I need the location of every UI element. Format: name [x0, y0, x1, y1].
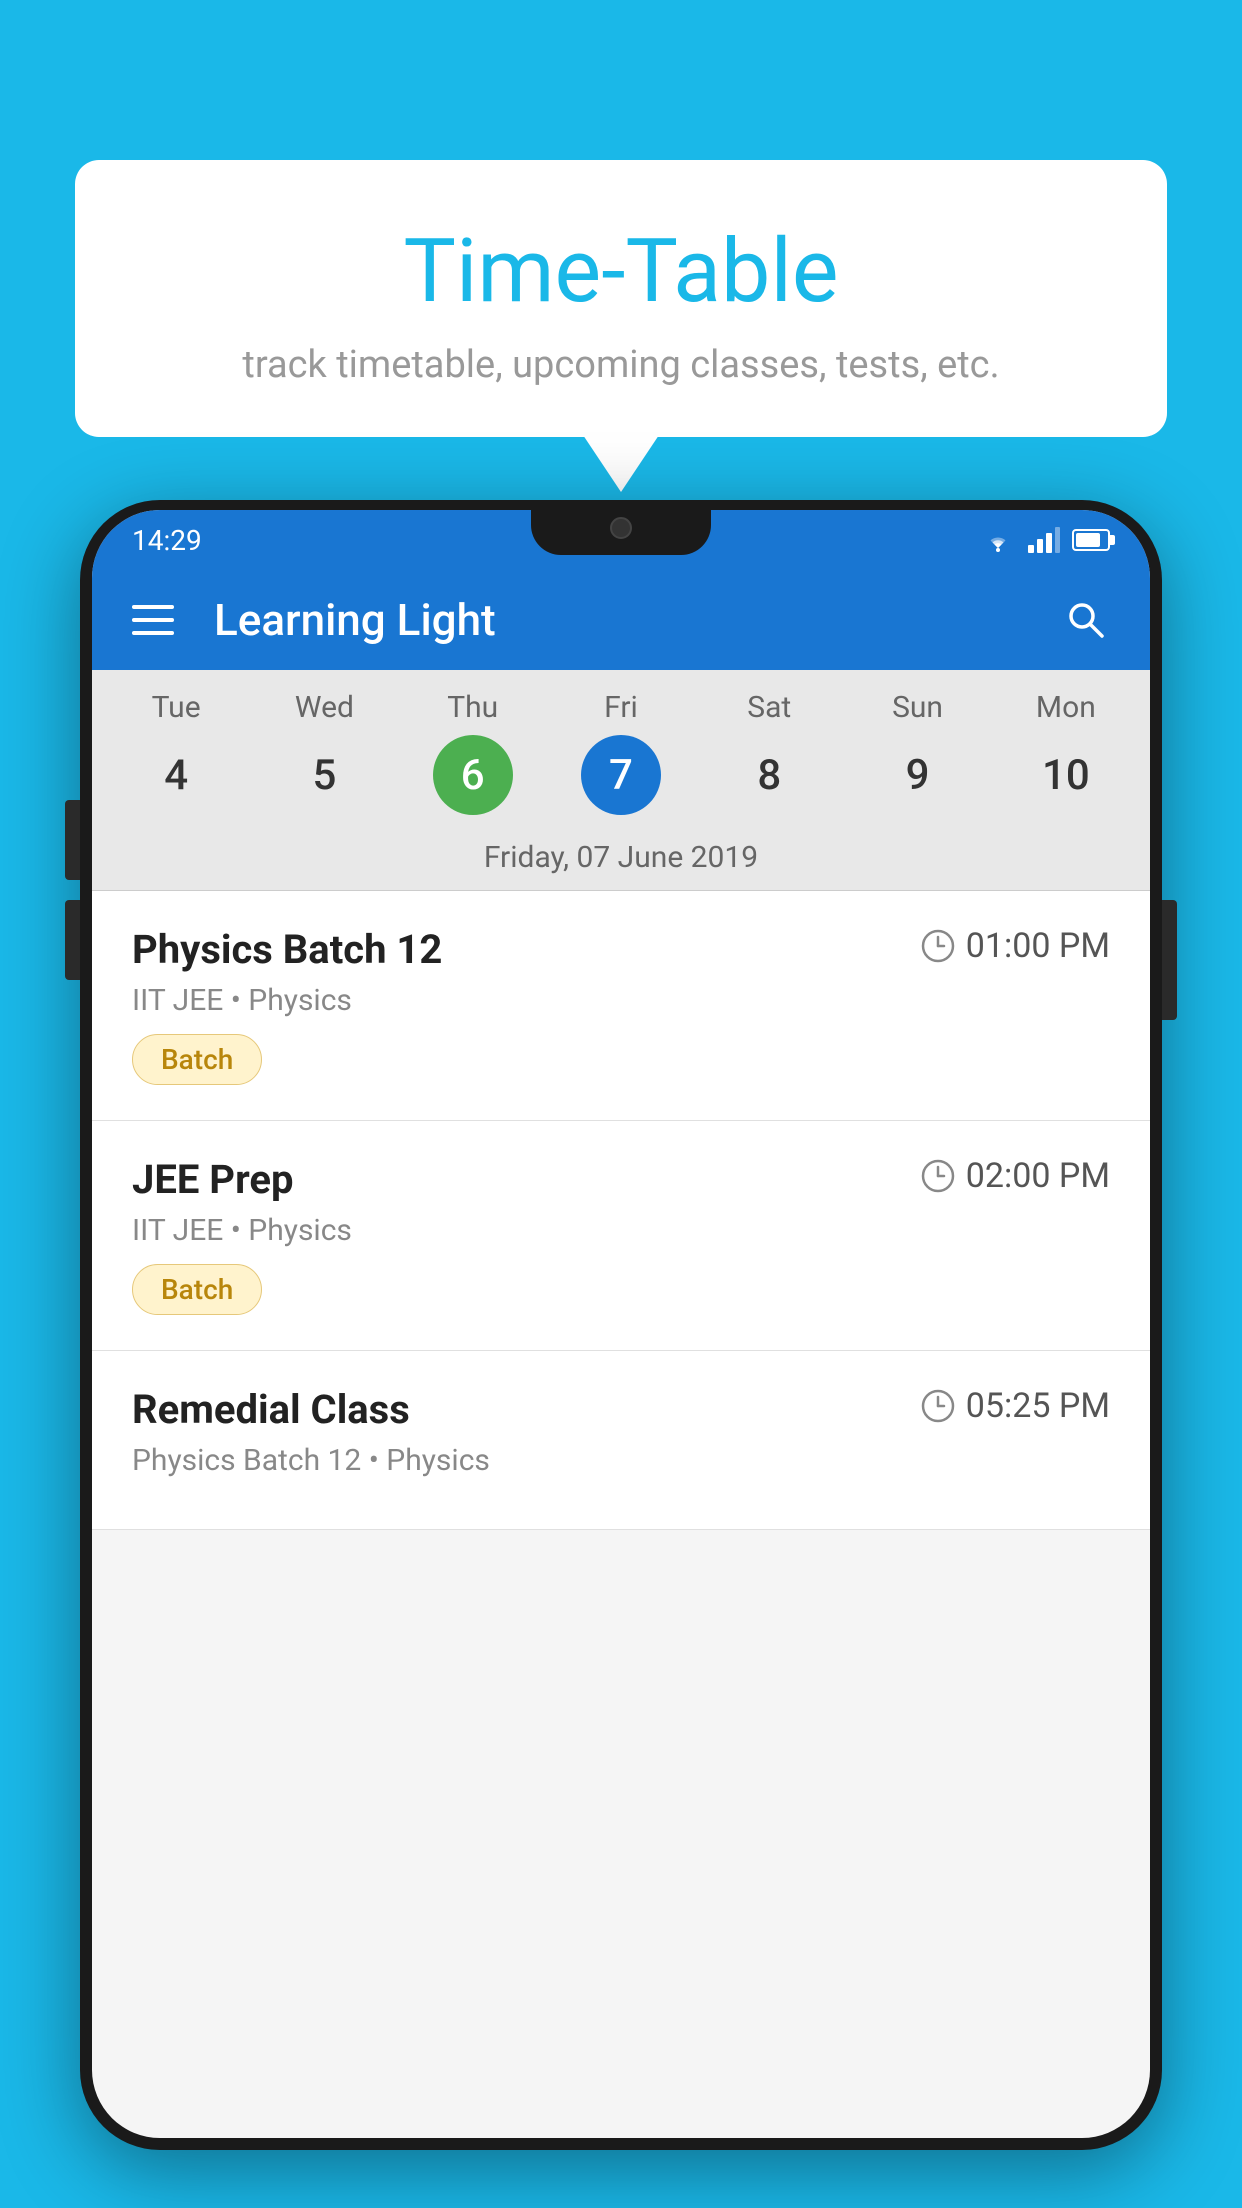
day-cell-10[interactable]: Mon 10: [1001, 690, 1131, 815]
search-button[interactable]: [1062, 596, 1110, 644]
schedule-item-name: Physics Batch 12: [132, 926, 442, 973]
day-cell-4[interactable]: Tue 4: [111, 690, 241, 815]
day-cell-7[interactable]: Fri 7: [556, 690, 686, 815]
calendar-strip: Tue 4 Wed 5 Thu 6 Fri 7 Sat 8 Sun 9 Mon 10 Friday, 07…: [92, 670, 1150, 891]
clock-icon: [920, 1388, 956, 1424]
schedule-item-name: Remedial Class: [132, 1386, 410, 1433]
days-row: Tue 4 Wed 5 Thu 6 Fri 7 Sat 8 Sun 9 Mon 10: [92, 690, 1150, 815]
notch: [531, 500, 711, 555]
volume-down-button[interactable]: [65, 900, 80, 980]
day-number: 6: [433, 735, 513, 815]
phone-container: 14:29: [80, 500, 1162, 2208]
schedule-item-time: 02:00 PM: [920, 1156, 1110, 1196]
volume-up-button[interactable]: [65, 800, 80, 880]
search-icon: [1064, 598, 1108, 642]
battery-icon: [1072, 529, 1110, 551]
schedule-item-sub: Physics Batch 12 • Physics: [132, 1443, 1110, 1478]
day-label: Tue: [152, 690, 201, 725]
camera: [610, 517, 632, 539]
time-text: 05:25 PM: [966, 1386, 1110, 1426]
status-icons: [980, 526, 1110, 554]
day-number: 9: [878, 735, 958, 815]
day-label: Thu: [447, 690, 498, 725]
schedule-item-sub: IIT JEE • Physics: [132, 1213, 1110, 1248]
time-text: 01:00 PM: [966, 926, 1110, 966]
side-buttons-right: [1162, 900, 1177, 1020]
day-label: Sun: [892, 690, 943, 725]
schedule-item-header: JEE Prep 02:00 PM: [132, 1156, 1110, 1203]
clock-icon: [920, 928, 956, 964]
selected-date-label: Friday, 07 June 2019: [92, 825, 1150, 891]
clock-icon: [920, 1158, 956, 1194]
day-cell-9[interactable]: Sun 9: [853, 690, 983, 815]
batch-tag: Batch: [132, 1034, 262, 1085]
power-button[interactable]: [1162, 900, 1177, 1020]
speech-bubble-container: Time-Table track timetable, upcoming cla…: [75, 160, 1167, 437]
hamburger-menu[interactable]: [132, 605, 174, 635]
day-cell-6[interactable]: Thu 6: [408, 690, 538, 815]
day-number: 7: [581, 735, 661, 815]
app-bar: Learning Light: [92, 570, 1150, 670]
day-cell-5[interactable]: Wed 5: [259, 690, 389, 815]
app-title: Learning Light: [214, 594, 1062, 646]
schedule-item-2[interactable]: Remedial Class 05:25 PM Physics Batch 12 •…: [92, 1351, 1150, 1530]
phone-frame: 14:29: [80, 500, 1162, 2150]
day-number: 8: [729, 735, 809, 815]
signal-icon: [1028, 527, 1060, 553]
side-buttons-left: [65, 800, 80, 980]
day-label: Fri: [604, 690, 638, 725]
screen: 14:29: [92, 510, 1150, 2138]
schedule-item-header: Physics Batch 12 01:00 PM: [132, 926, 1110, 973]
status-time: 14:29: [132, 524, 202, 557]
day-label: Mon: [1036, 690, 1096, 725]
schedule-item-name: JEE Prep: [132, 1156, 293, 1203]
speech-bubble-title: Time-Table: [135, 220, 1107, 323]
schedule-item-1[interactable]: JEE Prep 02:00 PM IIT JEE • Physics Batch: [92, 1121, 1150, 1351]
schedule-item-time: 01:00 PM: [920, 926, 1110, 966]
schedule-list: Physics Batch 12 01:00 PM IIT JEE • Physic…: [92, 891, 1150, 1530]
day-number: 10: [1026, 735, 1106, 815]
day-label: Sat: [747, 690, 791, 725]
day-number: 5: [284, 735, 364, 815]
schedule-item-header: Remedial Class 05:25 PM: [132, 1386, 1110, 1433]
schedule-item-time: 05:25 PM: [920, 1386, 1110, 1426]
day-number: 4: [136, 735, 216, 815]
speech-bubble-subtitle: track timetable, upcoming classes, tests…: [135, 343, 1107, 387]
day-cell-8[interactable]: Sat 8: [704, 690, 834, 815]
day-label: Wed: [295, 690, 354, 725]
wifi-icon: [980, 526, 1016, 554]
schedule-item-sub: IIT JEE • Physics: [132, 983, 1110, 1018]
time-text: 02:00 PM: [966, 1156, 1110, 1196]
speech-bubble: Time-Table track timetable, upcoming cla…: [75, 160, 1167, 437]
schedule-item-0[interactable]: Physics Batch 12 01:00 PM IIT JEE • Physic…: [92, 891, 1150, 1121]
batch-tag: Batch: [132, 1264, 262, 1315]
